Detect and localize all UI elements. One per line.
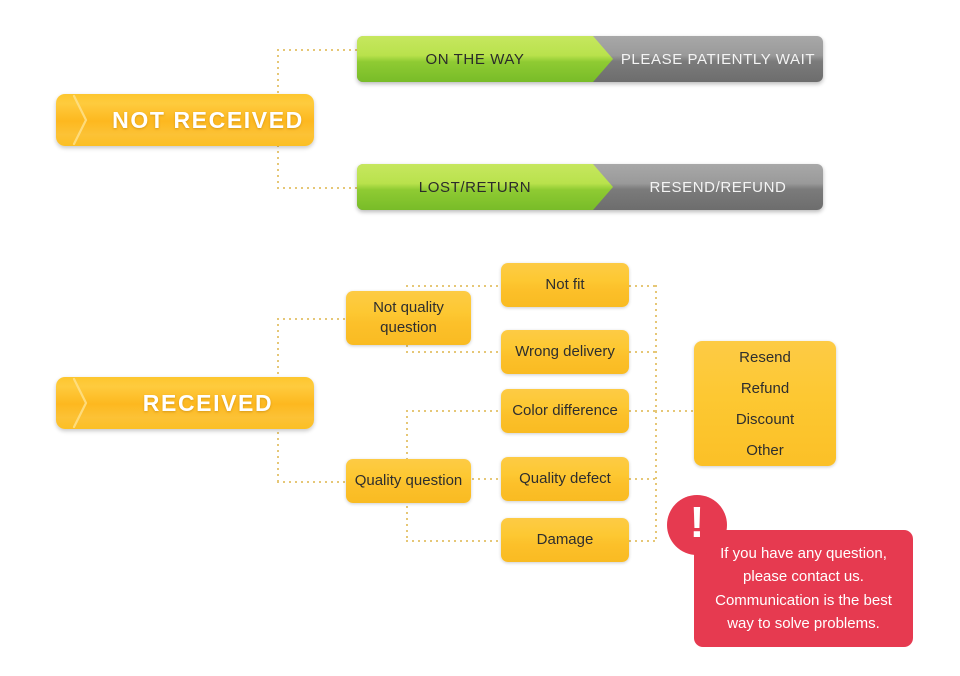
connector-not-fit-out [629,285,657,287]
issue-label: Wrong delivery [515,342,615,360]
branch-label: Quality question [354,471,463,489]
issue-label: Color difference [512,401,618,419]
category-not-received[interactable]: NOT RECEIVED [56,94,314,146]
connector-not-received-to-banner-1 [277,49,359,51]
banner-lost-return[interactable]: LOST/RETURN RESEND/REFUND [357,164,823,210]
branch-not-quality-question[interactable]: Not quality question [346,291,471,345]
resolution-option: Discount [735,410,795,428]
banner-left-label: ON THE WAY [425,50,525,68]
category-label: RECEIVED [142,389,274,416]
issue-color-difference[interactable]: Color difference [501,389,629,433]
banner-left-label: LOST/RETURN [418,178,532,196]
issue-wrong-delivery[interactable]: Wrong delivery [501,330,629,374]
issue-label: Quality defect [519,469,611,487]
resolution-option: Refund [740,379,790,397]
connector-not-quality-to-wrong-delivery [406,351,502,353]
branch-label-line-1: Not quality [373,298,444,316]
connector-damage-out [629,540,657,542]
category-received[interactable]: RECEIVED [56,377,314,429]
contact-notice-text: If you have any question, please contact… [715,542,892,635]
resolution-option: Other [746,441,784,459]
issue-quality-defect[interactable]: Quality defect [501,457,629,501]
banner-right-label: PLEASE PATIENTLY WAIT [620,50,816,68]
banner-right-label: RESEND/REFUND [649,178,787,196]
connector-wrong-delivery-out [629,351,657,353]
category-label: NOT RECEIVED [112,106,304,133]
notice-line-1: If you have any question, [720,545,887,562]
chevron-right-icon [70,94,100,146]
notice-line-3: Communication is the best [715,591,892,609]
connector-received-to-not-quality [277,318,348,320]
connector-received-to-quality [277,481,348,483]
connector-quality-to-color-difference [406,410,502,412]
connector-not-quality-to-not-fit [406,285,502,287]
notice-line-4: way to solve problems. [727,614,880,632]
issue-not-fit[interactable]: Not fit [501,263,629,307]
connector-collector-to-resolutions [655,410,695,412]
connector-quality-defect-out [629,478,657,480]
issue-label: Damage [536,530,594,548]
issue-damage[interactable]: Damage [501,518,629,562]
connector-color-difference-out [629,410,657,412]
resolution-options-box[interactable]: Resend Refund Discount Other [694,341,836,466]
connector-not-received-to-banner-2 [277,187,359,189]
chevron-right-icon [70,377,100,429]
exclamation-icon: ! [667,495,727,555]
contact-notice: If you have any question, please contact… [694,530,913,647]
issue-label: Not fit [545,275,585,293]
banner-on-the-way[interactable]: ON THE WAY PLEASE PATIENTLY WAIT [357,36,823,82]
exclamation-glyph: ! [689,498,705,547]
resolution-option: Resend [739,348,791,366]
branch-quality-question[interactable]: Quality question [346,459,471,503]
connector-quality-to-damage [406,540,502,542]
branch-label-line-2: question [380,319,437,336]
flowchart-canvas: ON THE WAY PLEASE PATIENTLY WAIT LOST/RE… [0,0,960,676]
notice-line-2: please contact us. [743,568,864,586]
connector-issues-collector [655,285,657,541]
